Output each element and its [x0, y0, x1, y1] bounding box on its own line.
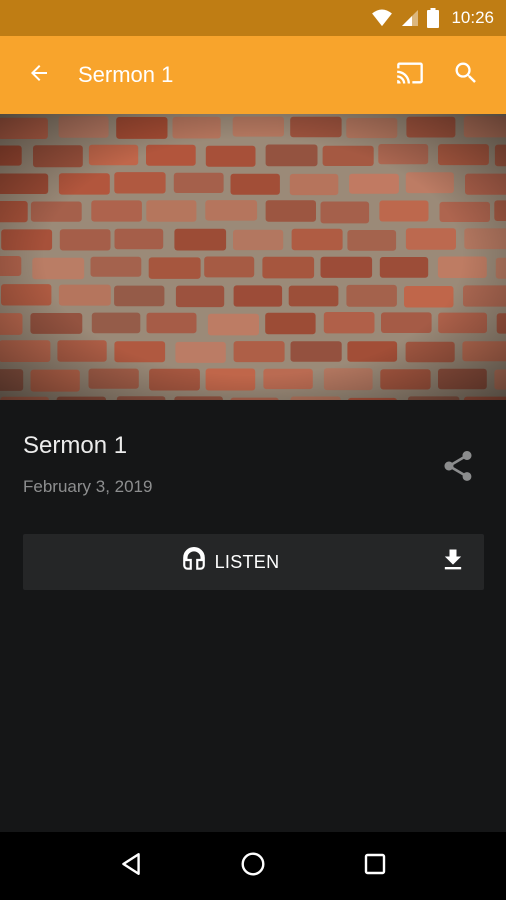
- cell-signal-icon: [401, 9, 419, 27]
- sermon-date: February 3, 2019: [23, 477, 153, 496]
- listen-bar: LISTEN: [23, 534, 484, 590]
- download-button[interactable]: [422, 534, 484, 590]
- sermon-details: Sermon 1 February 3, 2019 LISTEN: [0, 400, 506, 832]
- nav-home-button[interactable]: [225, 838, 281, 894]
- home-circle-icon: [240, 851, 266, 882]
- sermon-hero-image: [0, 114, 506, 400]
- sermon-title: Sermon 1: [23, 432, 128, 459]
- search-button[interactable]: [438, 36, 494, 114]
- search-icon: [452, 59, 480, 92]
- recents-square-icon: [363, 852, 387, 881]
- page-title: Sermon 1: [78, 62, 174, 87]
- cast-icon: [394, 59, 426, 92]
- share-button[interactable]: [436, 446, 480, 490]
- nav-recents-button[interactable]: [347, 838, 403, 894]
- listen-label: LISTEN: [214, 551, 280, 572]
- back-arrow-icon: [27, 61, 51, 90]
- download-icon: [439, 546, 467, 579]
- battery-icon: [427, 8, 440, 28]
- system-nav-bar: [0, 832, 506, 900]
- app-bar: Sermon 1: [0, 36, 506, 114]
- status-time: 10:26: [451, 8, 494, 27]
- brick-wall-image: [0, 114, 506, 400]
- share-icon: [440, 448, 476, 489]
- back-triangle-icon: [118, 851, 144, 882]
- cast-button[interactable]: [382, 36, 438, 114]
- listen-button[interactable]: LISTEN: [23, 534, 423, 590]
- wifi-icon: [371, 9, 393, 27]
- status-bar: 10:26: [0, 0, 506, 36]
- nav-back-button[interactable]: [103, 838, 159, 894]
- headphones-icon: [181, 546, 207, 578]
